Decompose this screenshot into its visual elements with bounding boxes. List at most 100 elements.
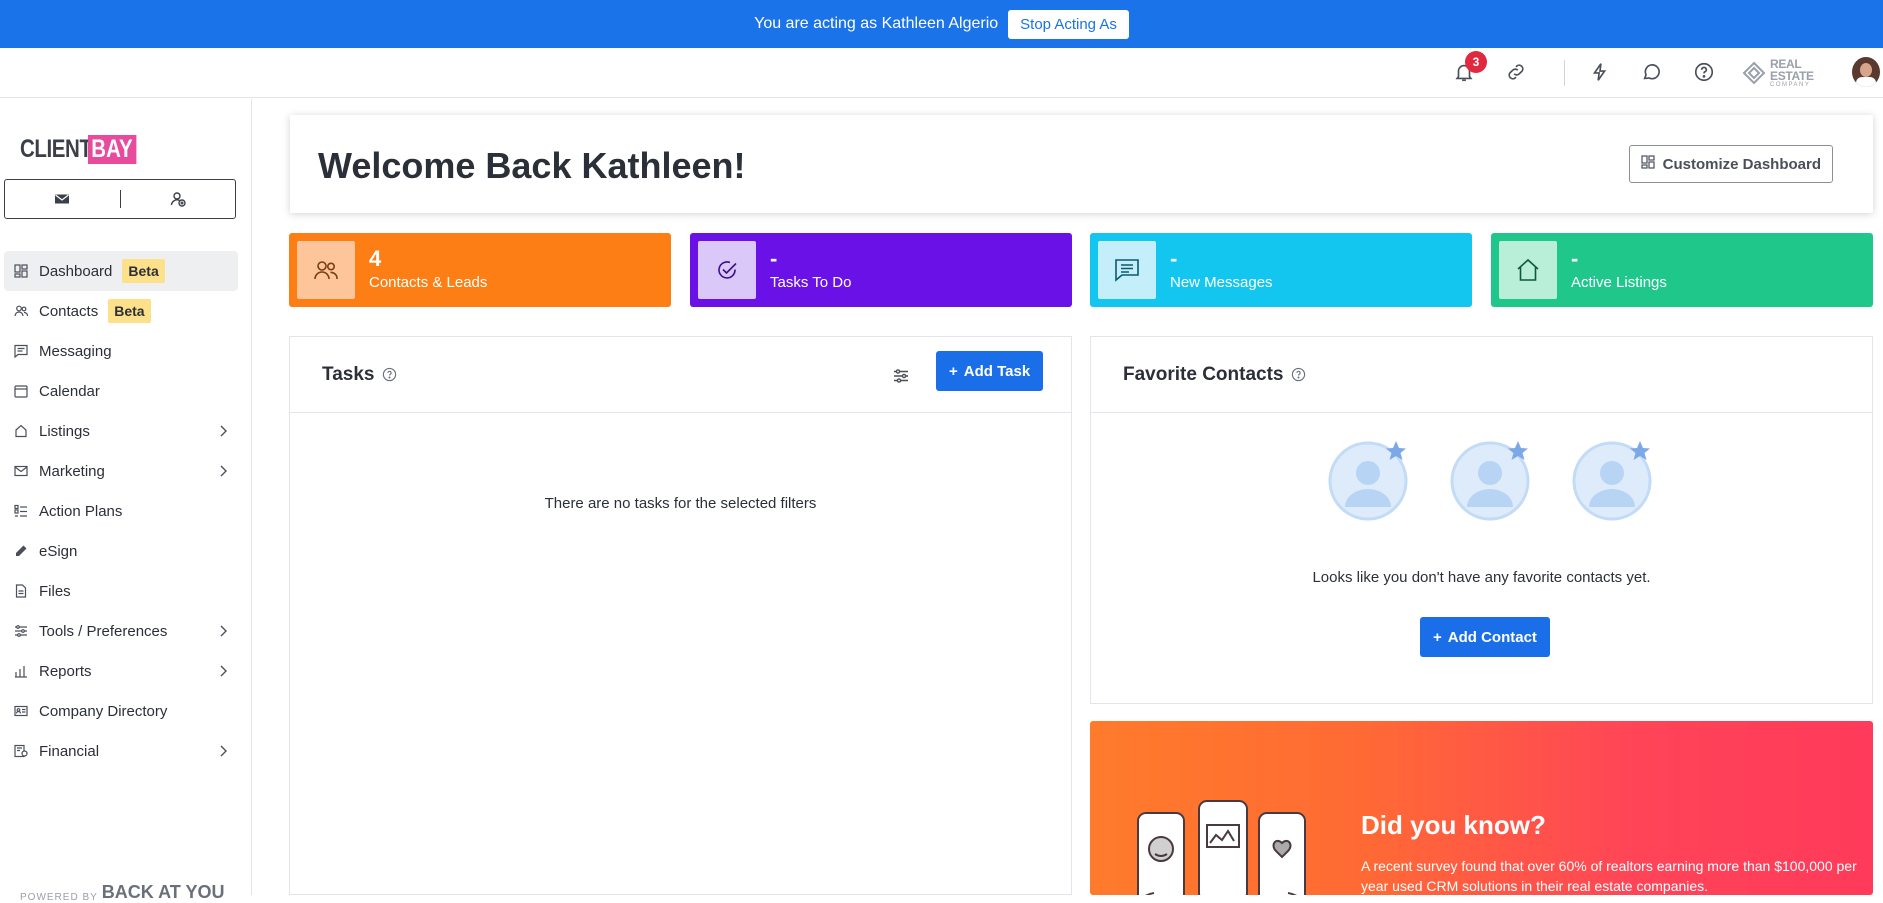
bar-chart-icon (14, 664, 28, 678)
file-icon (14, 584, 28, 598)
customize-dashboard-label: Customize Dashboard (1662, 155, 1821, 173)
page-title: Welcome Back Kathleen! (318, 145, 746, 186)
stop-acting-as-button[interactable]: Stop Acting As (1008, 9, 1129, 39)
favorite-avatar-placeholder-icon (1571, 437, 1653, 521)
beta-badge: Beta (122, 259, 165, 283)
sidebar-item-label: Company Directory (39, 702, 168, 720)
stat-card-new-messages[interactable]: - New Messages (1090, 233, 1472, 307)
messaging-icon (14, 344, 28, 359)
sidebar-item-label: Tools / Preferences (39, 622, 168, 640)
stat-card-tasks-to-do[interactable]: - Tasks To Do (690, 233, 1072, 307)
promo-text: A recent survey found that over 60% of r… (1361, 858, 1857, 894)
impersonation-message: You are acting as Kathleen Algerio (754, 15, 999, 32)
favorite-contacts-panel: Favorite Contacts Looks like you don't h… (1090, 336, 1873, 704)
sidebar-item-contacts[interactable]: Contacts Beta (4, 291, 238, 331)
sidebar-item-tools-preferences[interactable]: Tools / Preferences (4, 611, 238, 651)
stat-card-contacts-leads[interactable]: 4 Contacts & Leads (289, 233, 671, 307)
compose-email-button[interactable] (5, 180, 120, 218)
beta-badge: Beta (108, 299, 151, 323)
favorite-placeholder-avatars (1327, 437, 1653, 521)
favorite-avatar-placeholder-icon (1449, 437, 1531, 521)
stat-label: Active Listings (1571, 274, 1667, 291)
phones-illustration (1137, 800, 1306, 895)
financial-icon (14, 744, 28, 758)
plus-icon: + (1433, 628, 1442, 646)
pen-icon (14, 544, 28, 558)
sidebar-item-action-plans[interactable]: Action Plans (4, 491, 238, 531)
quick-actions (4, 179, 236, 219)
sidebar: CLIENT BAY Dashboard Beta Contacts Beta … (0, 99, 252, 903)
sidebar-item-calendar[interactable]: Calendar (4, 371, 238, 411)
powered-by: POWERED BY BACK AT YOU (20, 882, 224, 903)
stat-label: New Messages (1170, 274, 1273, 291)
stat-value: 4 (369, 246, 382, 271)
add-contact-button[interactable]: + Add Contact (1420, 617, 1550, 657)
chevron-right-icon (216, 744, 230, 758)
add-task-button[interactable]: + Add Task (936, 351, 1044, 391)
promo-title: Did you know? (1361, 810, 1546, 840)
sidebar-item-listings[interactable]: Listings (4, 411, 238, 451)
message-icon (1098, 241, 1156, 299)
sidebar-item-financial[interactable]: Financial (4, 731, 238, 771)
chevron-right-icon (216, 464, 230, 478)
company-logo[interactable]: REAL ESTATE COMPANY (1742, 57, 1848, 88)
dashboard-icon (1641, 155, 1655, 173)
sidebar-item-label: Files (39, 582, 71, 600)
sidebar-item-label: Reports (39, 662, 92, 680)
tasks-panel: Tasks + Add Task There are no tasks for … (289, 336, 1072, 895)
user-avatar[interactable] (1852, 57, 1880, 87)
sidebar-item-files[interactable]: Files (4, 571, 238, 611)
stat-card-active-listings[interactable]: - Active Listings (1491, 233, 1873, 307)
add-task-label: Add Task (963, 362, 1031, 380)
plus-icon: + (949, 362, 958, 380)
stat-value: - (770, 246, 778, 271)
add-contact-quick-button[interactable] (121, 180, 236, 218)
calendar-icon (14, 384, 28, 398)
add-contact-label: Add Contact (1447, 628, 1537, 646)
lightning-icon[interactable] (1589, 61, 1611, 83)
favorite-contacts-header: Favorite Contacts (1091, 337, 1872, 413)
sidebar-item-label: Action Plans (39, 502, 123, 520)
tasks-panel-header: Tasks + Add Task (290, 337, 1071, 413)
sidebar-item-label: Contacts (39, 302, 99, 320)
sidebar-item-company-directory[interactable]: Company Directory (4, 691, 238, 731)
brand-right: BAY (88, 135, 136, 164)
sidebar-item-label: Dashboard (39, 262, 113, 280)
clientbay-logo[interactable]: CLIENT BAY (20, 135, 147, 164)
sidebar-item-messaging[interactable]: Messaging (4, 331, 238, 371)
link-icon[interactable] (1505, 61, 1527, 83)
help-circle-icon[interactable] (1291, 367, 1306, 382)
customize-dashboard-button[interactable]: Customize Dashboard (1628, 145, 1833, 183)
dashboard-icon (14, 264, 28, 278)
sidebar-nav: Dashboard Beta Contacts Beta Messaging C… (4, 251, 238, 771)
favorite-contacts-title: Favorite Contacts (1123, 363, 1284, 385)
sidebar-item-label: eSign (39, 542, 78, 560)
filter-sliders-icon[interactable] (892, 367, 910, 385)
sidebar-item-label: Messaging (39, 342, 112, 360)
tasks-title: Tasks (322, 363, 375, 385)
help-circle-icon[interactable] (382, 367, 397, 382)
envelope-icon (55, 194, 70, 204)
welcome-card: Welcome Back Kathleen! Customize Dashboa… (290, 115, 1873, 213)
company-logo-subtext: COMPANY (1769, 82, 1811, 88)
sidebar-item-label: Calendar (39, 382, 100, 400)
action-plans-icon (14, 504, 28, 518)
contacts-icon (297, 241, 355, 299)
sidebar-item-label: Marketing (39, 462, 105, 480)
marketing-icon (14, 464, 28, 478)
sidebar-item-reports[interactable]: Reports (4, 651, 238, 691)
sidebar-item-dashboard[interactable]: Dashboard Beta (4, 251, 238, 291)
listings-icon (14, 424, 28, 438)
stat-label: Tasks To Do (770, 274, 852, 291)
brand-left: CLIENT (20, 135, 92, 163)
chevron-right-icon (216, 624, 230, 638)
sidebar-item-marketing[interactable]: Marketing (4, 451, 238, 491)
chat-icon[interactable] (1641, 61, 1663, 83)
house-icon (1499, 241, 1557, 299)
stat-value: - (1571, 246, 1579, 271)
powered-by-brand: BACK AT YOU (101, 882, 225, 902)
company-logo-text: REAL ESTATE (1769, 57, 1814, 83)
help-icon[interactable] (1693, 61, 1715, 83)
id-card-icon (14, 704, 28, 718)
sidebar-item-esign[interactable]: eSign (4, 531, 238, 571)
